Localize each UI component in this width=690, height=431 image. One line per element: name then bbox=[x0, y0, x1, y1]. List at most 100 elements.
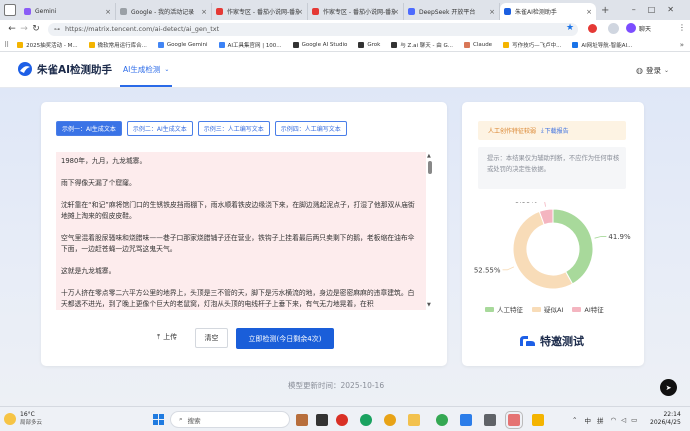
system-tray: ⌃ 中 拼 ◠ ◁ ▭ bbox=[572, 415, 637, 425]
tab-favicon-icon bbox=[408, 8, 415, 15]
bookmark-item[interactable]: 微软常用运行库合... bbox=[88, 41, 147, 49]
example-tab-1[interactable]: 示例一：AI生成文本 bbox=[56, 121, 122, 136]
example-tab-2[interactable]: 示例二：AI生成文本 bbox=[126, 121, 193, 136]
bookmark-label: Google Gemini bbox=[166, 41, 208, 48]
browser-tab[interactable]: 朱雀AI检测助手 × bbox=[500, 3, 596, 20]
legend-swatch bbox=[532, 306, 541, 312]
browser-tab[interactable]: Google - 我的活动记录 × bbox=[116, 3, 212, 20]
reload-icon[interactable]: ↻ bbox=[30, 24, 42, 34]
site-info-icon[interactable]: ⊶ bbox=[54, 26, 60, 33]
tab-close-icon[interactable]: × bbox=[393, 8, 399, 16]
chrome-icon[interactable] bbox=[436, 414, 448, 426]
bookmark-label: 2025抽奖活动 - M... bbox=[26, 42, 78, 49]
bookmark-item[interactable]: AI网址导航-智能AI... bbox=[572, 41, 632, 49]
tab-title: Google - 我的活动记录 bbox=[131, 9, 195, 16]
example-tabs: 示例一：AI生成文本 示例二：AI生成文本 示例三：人工编写文本 示例四：人工编… bbox=[56, 121, 352, 136]
minimize-icon[interactable]: – bbox=[632, 5, 648, 14]
bookmark-star-icon[interactable]: ★ bbox=[566, 23, 574, 33]
start-button[interactable] bbox=[153, 414, 164, 425]
terminal-icon[interactable] bbox=[484, 414, 496, 426]
tab-close-icon[interactable]: × bbox=[201, 8, 207, 16]
bookmark-favicon-icon bbox=[17, 41, 24, 48]
tab-close-icon[interactable]: × bbox=[297, 8, 303, 16]
upload-button[interactable]: ⤒ 上传 bbox=[157, 332, 177, 342]
new-tab-button[interactable]: + bbox=[596, 3, 614, 20]
share-button[interactable]: ➤ bbox=[660, 379, 677, 396]
tab-title: DeepSeek 开放平台 bbox=[419, 9, 476, 16]
apps-grid-icon[interactable]: ⠿ bbox=[4, 41, 9, 49]
cat-app-icon[interactable] bbox=[296, 414, 308, 426]
nav-tab-ai-detect[interactable]: AI生成检测 ⌄ bbox=[123, 64, 169, 75]
forward-icon[interactable]: → bbox=[18, 24, 30, 34]
tray-overflow-icon[interactable]: ⌃ bbox=[572, 416, 577, 424]
scroll-up-icon[interactable]: ▲ bbox=[427, 153, 431, 159]
edge-icon[interactable] bbox=[360, 414, 372, 426]
volume-icon[interactable]: ◁ bbox=[621, 416, 626, 424]
scroll-thumb[interactable] bbox=[428, 161, 432, 174]
all-bookmarks-icon[interactable]: » bbox=[680, 41, 684, 49]
scroll-down-icon[interactable]: ▼ bbox=[427, 302, 431, 308]
wifi-icon[interactable]: ◠ bbox=[610, 416, 616, 424]
tab-close-icon[interactable]: × bbox=[105, 8, 111, 16]
taskbar-search[interactable]: ⌕ 搜索 bbox=[170, 411, 290, 428]
browser-tab-bar: Gemini × Google - 我的活动记录 × 作家专区 - 番茄小说网-番茄 × 作… bbox=[0, 0, 690, 20]
login-button[interactable]: ◍ 登录 ⌄ bbox=[636, 65, 669, 76]
sidebar-toggle-icon[interactable] bbox=[4, 4, 16, 16]
browser-tab[interactable]: 作家专区 - 番茄小说网-番茄 × bbox=[308, 3, 404, 20]
brand-name: 朱雀AI检测助手 bbox=[37, 63, 113, 76]
bookmark-item[interactable]: Google AI Studio bbox=[292, 41, 347, 48]
browser-tab[interactable]: 作家专区 - 番茄小说网-番茄 × bbox=[212, 3, 308, 20]
bookmark-item[interactable]: 2025抽奖活动 - M... bbox=[17, 41, 78, 49]
main-content: 示例一：AI生成文本 示例二：AI生成文本 示例三：人工编写文本 示例四：人工编… bbox=[0, 88, 690, 406]
legend-swatch bbox=[572, 306, 582, 312]
detect-button[interactable]: 立即检测(今日剩余4次) bbox=[236, 328, 334, 349]
more-menu-icon[interactable]: ⋮ bbox=[678, 23, 686, 32]
tab-close-icon[interactable]: × bbox=[586, 8, 592, 16]
text-input-area[interactable]: 1980年，九月，九龙城寨。 雨下得像天漏了个窟窿。 沈轩靠在“和记”麻将馆门口… bbox=[56, 152, 426, 310]
bookmark-item[interactable]: Grok bbox=[358, 41, 380, 48]
active-app-icon[interactable] bbox=[505, 411, 523, 429]
donut-leader-line bbox=[502, 266, 515, 271]
media-app-icon[interactable] bbox=[336, 414, 348, 426]
bookmark-item[interactable]: 写作技巧—飞卢中... bbox=[503, 41, 561, 49]
ime-lang[interactable]: 中 bbox=[584, 415, 591, 425]
url-field[interactable]: ⊶ https://matrix.tencent.com/ai-detect/a… bbox=[48, 22, 578, 36]
tab-close-icon[interactable]: × bbox=[489, 8, 495, 16]
ime-mode[interactable]: 拼 bbox=[597, 415, 604, 425]
bookmark-item[interactable]: 与 Z.ai 聊天 - 由 G... bbox=[391, 41, 453, 49]
task-view-icon[interactable] bbox=[316, 414, 328, 426]
download-report-link[interactable]: ⤓ 下载报告 bbox=[541, 126, 569, 136]
taskbar: 16°C 局部多云 ⌕ 搜索 ⌃ 中 拼 ◠ ◁ ▭ 22:14 2026/4/… bbox=[0, 406, 690, 431]
example-tab-4[interactable]: 示例四：人工编写文本 bbox=[274, 121, 347, 136]
legend-swatch bbox=[485, 306, 494, 312]
clock[interactable]: 22:14 2026/4/25 bbox=[650, 411, 681, 427]
chat-sidebar-button[interactable]: 聊天 bbox=[626, 23, 651, 33]
extensions-icon[interactable] bbox=[588, 24, 597, 33]
windows-logo-icon bbox=[159, 420, 164, 425]
notes-app-icon[interactable] bbox=[532, 414, 544, 426]
text-paragraph: 空气里混着股尿骚味和烧腊味——巷子口那家烧腊铺子还在营业，铁钩子上挂着最后两只卖… bbox=[61, 234, 415, 253]
bookmark-item[interactable]: AI工具集官网 | 100... bbox=[218, 41, 282, 49]
store-icon[interactable] bbox=[460, 414, 472, 426]
browser-app-icon[interactable] bbox=[384, 414, 396, 426]
brand[interactable]: 朱雀AI检测助手 bbox=[17, 61, 112, 77]
browser-tab[interactable]: Gemini × bbox=[20, 3, 116, 20]
profile-avatar[interactable] bbox=[608, 23, 619, 34]
browser-tab[interactable]: DeepSeek 开放平台 × bbox=[404, 3, 500, 20]
example-tab-3[interactable]: 示例三：人工编写文本 bbox=[197, 121, 270, 136]
legend-label: 人工特征 bbox=[497, 306, 523, 314]
text-scrollbar[interactable]: ▲ ▼ bbox=[426, 152, 434, 310]
weather-cloud-icon bbox=[4, 413, 16, 425]
bookmark-item[interactable]: Claude bbox=[463, 41, 492, 48]
send-icon: ➤ bbox=[665, 383, 672, 392]
bookmark-item[interactable]: Google Gemini bbox=[157, 41, 208, 48]
weather-widget[interactable]: 16°C 局部多云 bbox=[4, 411, 42, 427]
brand-logo-icon bbox=[18, 62, 32, 76]
clear-button[interactable]: 清空 bbox=[195, 328, 228, 348]
bookmark-favicon-icon bbox=[218, 41, 225, 48]
close-window-icon[interactable]: ✕ bbox=[667, 5, 686, 14]
file-explorer-icon[interactable] bbox=[408, 414, 420, 426]
back-icon[interactable]: ← bbox=[6, 24, 18, 34]
battery-icon[interactable]: ▭ bbox=[631, 416, 637, 424]
maximize-icon[interactable]: □ bbox=[648, 5, 668, 14]
